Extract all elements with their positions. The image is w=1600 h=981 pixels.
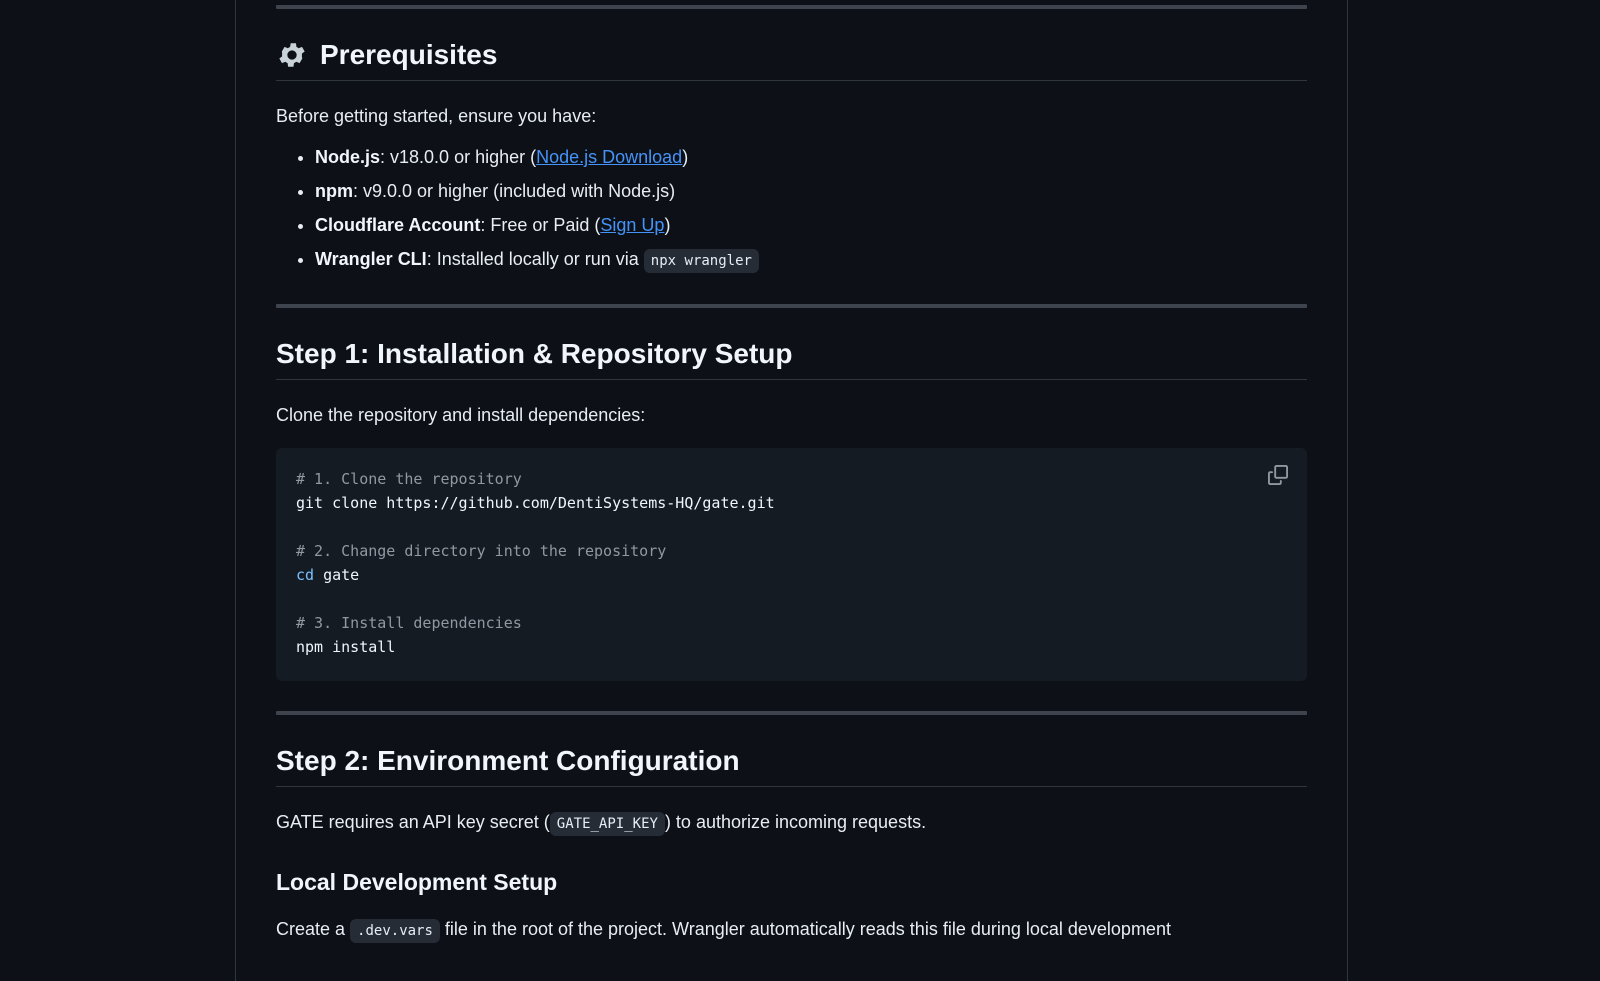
sign-up-link[interactable]: Sign Up <box>600 215 664 235</box>
item-text: : v18.0.0 or higher ( <box>380 147 537 167</box>
inline-code: npx wrangler <box>643 249 759 273</box>
list-item: Cloudflare Account: Free or Paid (Sign U… <box>315 208 1307 242</box>
item-label: Wrangler CLI <box>315 249 427 269</box>
step2-text-before: GATE requires an API key secret ( <box>276 812 550 832</box>
step2-title: Step 2: Environment Configuration <box>276 745 740 776</box>
code-line: gate <box>314 566 360 584</box>
code-line: npm install <box>296 638 396 656</box>
readme-content: Prerequisites Before getting started, en… <box>276 0 1307 944</box>
local-dev-text: Create a .dev.vars file in the root of t… <box>276 916 1307 944</box>
step2-heading: Step 2: Environment Configuration <box>276 745 1307 787</box>
local-dev-heading: Local Development Setup <box>276 869 558 895</box>
code-keyword: cd <box>296 566 315 584</box>
create-text-before: Create a <box>276 919 351 939</box>
copy-button[interactable] <box>1265 462 1291 488</box>
inline-code: GATE_API_KEY <box>549 812 665 836</box>
list-item: Wrangler CLI: Installed locally or run v… <box>315 242 1307 278</box>
readme-panel: Prerequisites Before getting started, en… <box>235 0 1348 981</box>
divider <box>276 711 1307 715</box>
code-comment: # 2. Change directory into the repositor… <box>296 542 667 560</box>
step2-text-after: ) to authorize incoming requests. <box>664 812 927 832</box>
list-item: Node.js: v18.0.0 or higher (Node.js Down… <box>315 140 1307 174</box>
code-comment: # 1. Clone the repository <box>296 470 522 488</box>
item-label: Node.js <box>315 147 381 167</box>
nodejs-download-link[interactable]: Node.js Download <box>536 147 682 167</box>
step2-text: GATE requires an API key secret (GATE_AP… <box>276 809 1307 837</box>
divider <box>276 5 1307 9</box>
item-text: : v9.0.0 or higher (included with Node.j… <box>353 181 676 201</box>
code-line: git clone https://github.com/DentiSystem… <box>296 494 775 512</box>
gear-icon <box>276 39 308 71</box>
item-text: ) <box>664 215 671 235</box>
copy-icon <box>1268 465 1288 485</box>
item-text: : Free or Paid ( <box>480 215 601 235</box>
step1-heading: Step 1: Installation & Repository Setup <box>276 338 1307 380</box>
inline-code: .dev.vars <box>350 919 440 943</box>
step1-title: Step 1: Installation & Repository Setup <box>276 338 793 369</box>
item-label: Cloudflare Account <box>315 215 481 235</box>
item-text: ) <box>682 147 689 167</box>
prerequisites-intro: Before getting started, ensure you have: <box>276 106 597 126</box>
divider <box>276 304 1307 308</box>
prerequisites-title: Prerequisites <box>320 39 498 70</box>
code-content[interactable]: # 1. Clone the repository git clone http… <box>296 467 1287 659</box>
step1-intro: Clone the repository and install depende… <box>276 405 646 425</box>
code-comment: # 3. Install dependencies <box>296 614 522 632</box>
prerequisites-list: Node.js: v18.0.0 or higher (Node.js Down… <box>276 140 1307 278</box>
prerequisites-heading: Prerequisites <box>276 39 1307 81</box>
item-label: npm <box>315 181 353 201</box>
item-text: : Installed locally or run via <box>426 249 644 269</box>
list-item: npm: v9.0.0 or higher (included with Nod… <box>315 174 1307 208</box>
create-text-after: file in the root of the project. Wrangle… <box>439 919 1171 939</box>
code-block: # 1. Clone the repository git clone http… <box>276 448 1307 681</box>
